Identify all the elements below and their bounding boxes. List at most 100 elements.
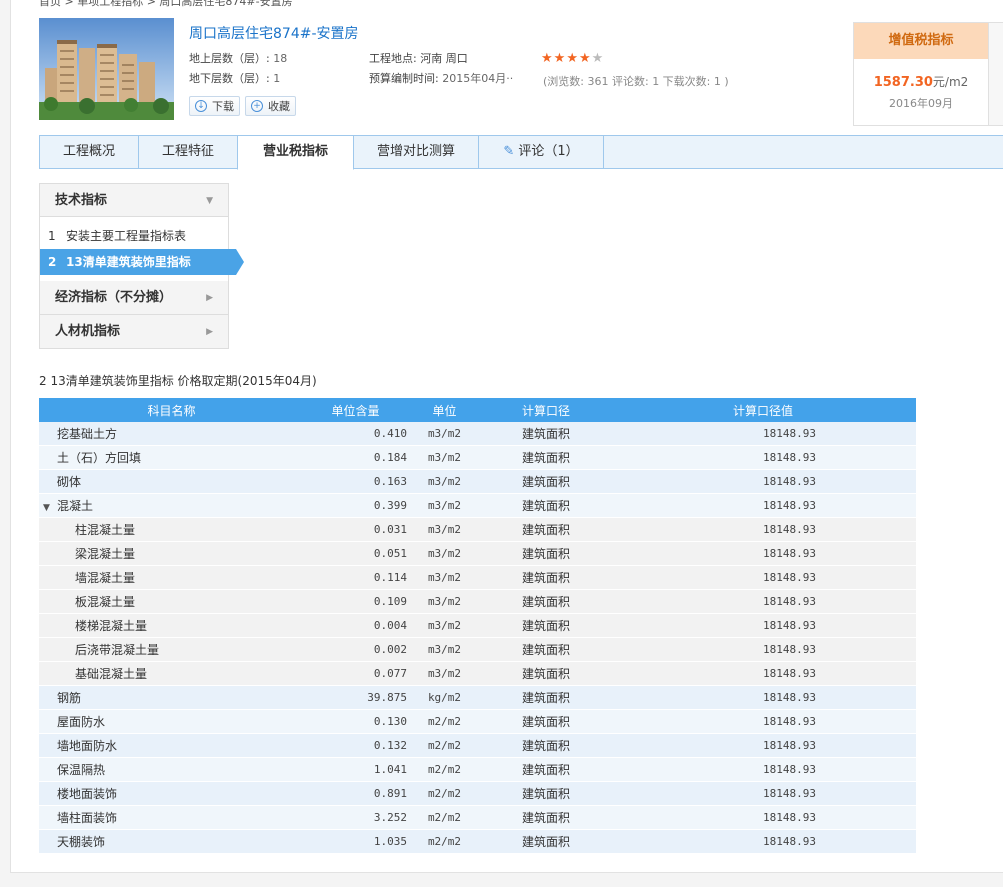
- cell-unit-text: m2/m2: [427, 763, 462, 776]
- table-row[interactable]: 后浇带混凝土量 0.002 m3/m2 建筑面积 18148.93: [39, 637, 916, 662]
- cell-basis: 建筑面积: [482, 733, 610, 758]
- table-row[interactable]: 保温隔热 1.041 m2/m2 建筑面积 18148.93: [39, 757, 916, 782]
- cell-name-text: 墙柱面装饰: [57, 811, 118, 825]
- download-button[interactable]: ↓ 下载: [189, 96, 240, 116]
- tab-features[interactable]: 工程特征: [138, 135, 238, 169]
- cell-unit: m2/m2: [407, 733, 482, 758]
- cell-qty-text: 0.077: [373, 667, 407, 680]
- breadcrumb[interactable]: 首页 > 单项工程指标 > 周口高层住宅874#-安置房: [39, 0, 293, 9]
- table-row[interactable]: 墙混凝土量 0.114 m3/m2 建筑面积 18148.93: [39, 565, 916, 590]
- cell-basis-value-text: 18148.93: [763, 811, 816, 824]
- sidebar-item-install-quantity[interactable]: 1 安装主要工程量指标表: [40, 223, 228, 249]
- vat-price: 1587.30元/m2: [854, 73, 988, 90]
- cell-name-text: 梁混凝土量: [75, 547, 136, 561]
- budget-time-label: 预算编制时间:: [369, 72, 439, 85]
- table-row[interactable]: 屋面防水 0.130 m2/m2 建筑面积 18148.93: [39, 709, 916, 734]
- table-row[interactable]: 挖基础土方 0.410 m3/m2 建筑面积 18148.93: [39, 422, 916, 446]
- floors-above-value: 18: [273, 52, 288, 65]
- sidebar-group-labor-material[interactable]: 人材机指标 ▶: [39, 315, 229, 349]
- cell-name-text: 砌体: [57, 475, 82, 489]
- table-row[interactable]: 梁混凝土量 0.051 m3/m2 建筑面积 18148.93: [39, 541, 916, 566]
- star-filled-icon: ★: [553, 51, 567, 66]
- cell-basis: 建筑面积: [482, 661, 610, 686]
- table-row[interactable]: 土（石）方回填 0.184 m3/m2 建筑面积 18148.93: [39, 445, 916, 470]
- cell-qty-text: 0.031: [373, 523, 407, 536]
- cell-basis-value: 18148.93: [610, 781, 916, 806]
- cell-qty-text: 0.114: [373, 571, 407, 584]
- cell-name-text: 墙混凝土量: [75, 571, 136, 585]
- project-title[interactable]: 周口高层住宅874#-安置房: [189, 23, 359, 43]
- cell-basis: 建筑面积: [482, 637, 610, 662]
- sidebar-group-economic[interactable]: 经济指标（不分摊） ▶: [39, 281, 229, 315]
- cell-basis: 建筑面积: [482, 589, 610, 614]
- table-row[interactable]: 楼地面装饰 0.891 m2/m2 建筑面积 18148.93: [39, 781, 916, 806]
- cell-qty-text: 0.132: [373, 739, 407, 752]
- cell-basis-value-text: 18148.93: [763, 667, 816, 680]
- project-stats: (浏览数: 361 评论数: 1 下载次数: 1 ): [543, 75, 729, 88]
- cell-unit: m3/m2: [407, 613, 482, 638]
- cell-basis-text: 建筑面积: [521, 571, 570, 585]
- triangle-down-icon[interactable]: ▼: [43, 503, 53, 513]
- cell-unit: m3/m2: [407, 422, 482, 446]
- table-row[interactable]: 基础混凝土量 0.077 m3/m2 建筑面积 18148.93: [39, 661, 916, 686]
- cell-basis: 建筑面积: [482, 709, 610, 734]
- floors-above: 地上层数（层）: 18: [189, 50, 287, 66]
- cell-name: 土（石）方回填: [39, 445, 304, 470]
- tab-comments[interactable]: ✎ 评论（1）: [478, 135, 604, 169]
- cell-name: 柱混凝土量: [39, 517, 304, 542]
- table-row[interactable]: 墙地面防水 0.132 m2/m2 建筑面积 18148.93: [39, 733, 916, 758]
- table-row[interactable]: 钢筋 39.875 kg/m2 建筑面积 18148.93: [39, 685, 916, 710]
- project-thumbnail[interactable]: [39, 18, 174, 120]
- download-label: 下载: [212, 100, 234, 113]
- vat-date: 2016年09月: [889, 97, 953, 110]
- cell-unit-text: m2/m2: [427, 811, 462, 824]
- sidebar-item-building-decoration[interactable]: 2 13清单建筑装饰里指标: [40, 249, 244, 275]
- cell-basis-value-text: 18148.93: [763, 739, 816, 752]
- table-row[interactable]: 柱混凝土量 0.031 m3/m2 建筑面积 18148.93: [39, 517, 916, 542]
- cell-basis: 建筑面积: [482, 781, 610, 806]
- vat-index-box: 增值税指标 1587.30元/m2 2016年09月: [853, 22, 989, 126]
- cell-qty: 0.163: [304, 469, 407, 494]
- table-row[interactable]: 天棚装饰 1.035 m2/m2 建筑面积 18148.93: [39, 829, 916, 854]
- sidebar-item-no: 2: [48, 255, 57, 269]
- cell-unit-text: m2/m2: [427, 835, 462, 848]
- cell-basis-text: 建筑面积: [521, 667, 570, 681]
- tab-overview[interactable]: 工程概况: [39, 135, 139, 169]
- vat-index-title[interactable]: 增值税指标: [854, 23, 988, 59]
- table-row[interactable]: 板混凝土量 0.109 m3/m2 建筑面积 18148.93: [39, 589, 916, 614]
- triangle-down-icon: ▼: [206, 196, 213, 206]
- cell-name-text: 混凝土: [57, 499, 94, 513]
- col-header-qty: 单位含量: [304, 398, 407, 422]
- vat-price-unit: 元/m2: [932, 75, 969, 89]
- star-empty-icon: ★: [591, 51, 605, 66]
- cell-name-text: 基础混凝土量: [75, 667, 148, 681]
- tab-business-tax[interactable]: 营业税指标: [237, 135, 354, 170]
- table-row[interactable]: 楼梯混凝土量 0.004 m3/m2 建筑面积 18148.93: [39, 613, 916, 638]
- budget-time-value: 2015年04月··: [442, 72, 514, 85]
- cell-qty: 0.002: [304, 637, 407, 662]
- cell-qty: 3.252: [304, 805, 407, 830]
- table-row[interactable]: ▼ 混凝土 0.399 m3/m2 建筑面积 18148.93: [39, 493, 916, 518]
- cell-unit: m2/m2: [407, 829, 482, 854]
- cell-basis-value-text: 18148.93: [763, 595, 816, 608]
- col-header-unit: 单位: [407, 398, 482, 422]
- cell-name-text: 楼梯混凝土量: [75, 619, 148, 633]
- sidebar-group-tech-items: 1 安装主要工程量指标表 2 13清单建筑装饰里指标: [39, 217, 244, 281]
- triangle-right-icon: ▶: [206, 293, 213, 303]
- table-row[interactable]: 墙柱面装饰 3.252 m2/m2 建筑面积 18148.93: [39, 805, 916, 830]
- cell-basis-text: 建筑面积: [521, 451, 570, 465]
- cell-basis: 建筑面积: [482, 541, 610, 566]
- cell-basis-value: 18148.93: [610, 589, 916, 614]
- sidebar-group-tech[interactable]: 技术指标 ▼: [39, 183, 229, 217]
- cell-qty-text: 0.109: [373, 595, 407, 608]
- col-header-name: 科目名称: [39, 398, 304, 422]
- cell-name: 墙柱面装饰: [39, 805, 304, 830]
- cell-unit-text: m3/m2: [427, 547, 462, 560]
- tab-vat-comparison[interactable]: 营增对比测算: [353, 135, 479, 169]
- sidebar-group-label: 经济指标（不分摊）: [55, 290, 173, 305]
- favorite-button[interactable]: + 收藏: [245, 96, 296, 116]
- table-row[interactable]: 砌体 0.163 m3/m2 建筑面积 18148.93: [39, 469, 916, 494]
- cell-name-text: 柱混凝土量: [75, 523, 136, 537]
- sidebar-item-label: 13清单建筑装饰里指标: [66, 255, 191, 269]
- vat-price-value: 1587.30: [873, 75, 933, 90]
